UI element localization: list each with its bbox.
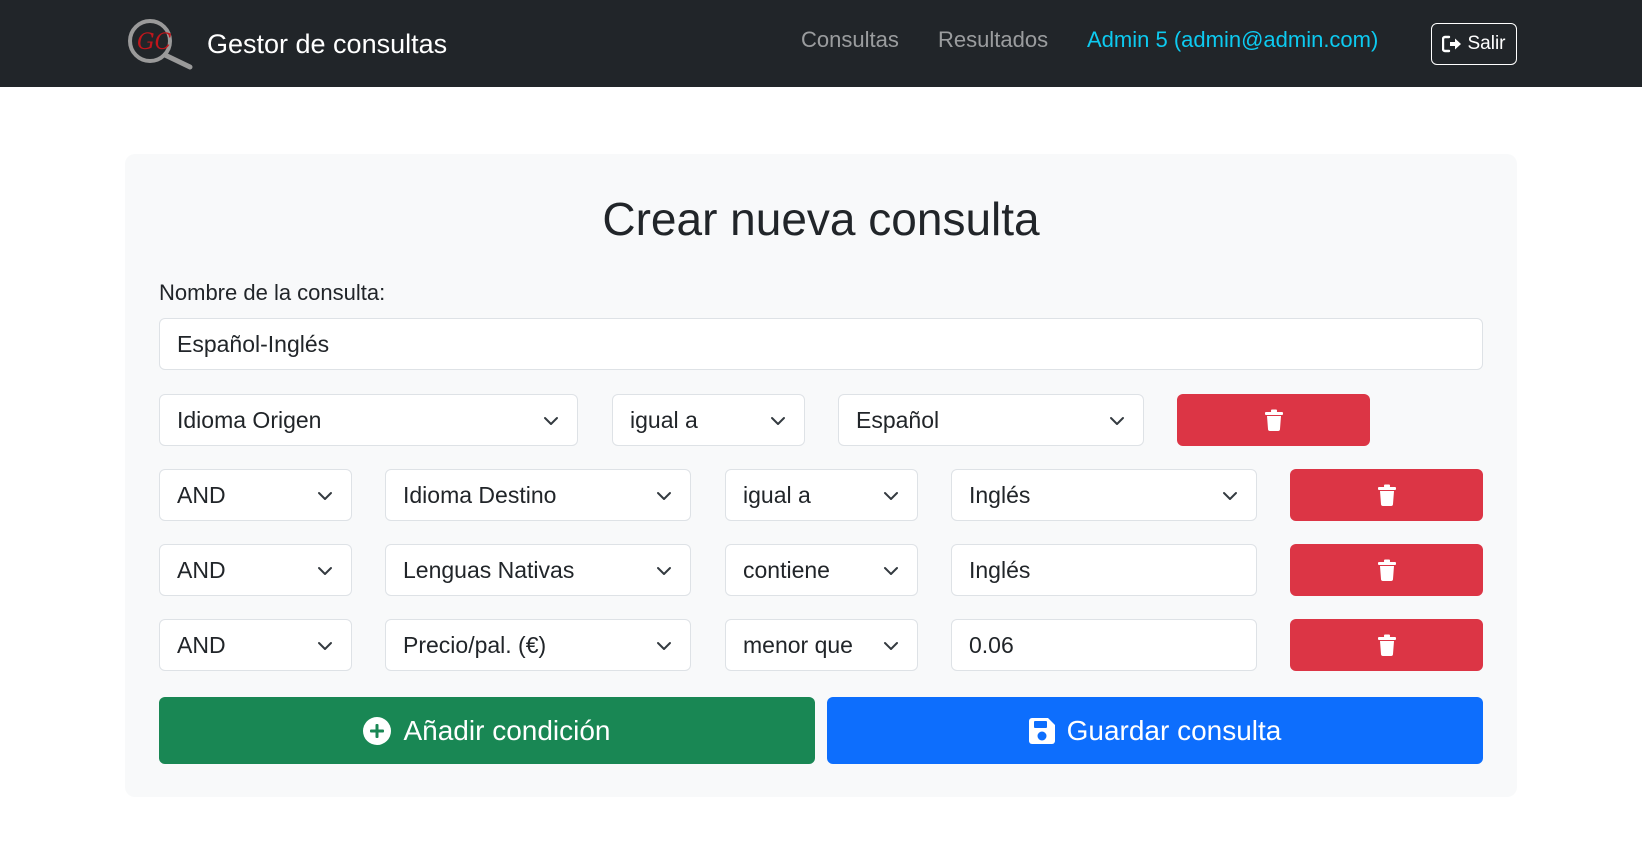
delete-condition-button[interactable]	[1177, 394, 1370, 446]
chevron-down-icon	[1110, 417, 1124, 425]
save-query-label: Guardar consulta	[1066, 714, 1282, 746]
logout-label: Salir	[1467, 33, 1506, 54]
delete-condition-button[interactable]	[1290, 544, 1483, 596]
condition-connector-select[interactable]: AND	[159, 619, 352, 671]
condition-value-input[interactable]: 0.06	[951, 619, 1257, 671]
chevron-down-icon	[657, 492, 671, 500]
nav-link-resultados[interactable]: Resultados	[938, 27, 1048, 53]
chevron-down-icon	[657, 642, 671, 650]
brand-title: Gestor de consultas	[207, 28, 448, 59]
chevron-down-icon	[657, 567, 671, 575]
condition-field-select[interactable]: Idioma Destino	[385, 469, 691, 521]
condition-connector-value: AND	[177, 481, 226, 508]
floppy-disk-icon	[1028, 717, 1055, 744]
delete-condition-button[interactable]	[1290, 469, 1483, 521]
condition-value-input[interactable]: Inglés	[951, 544, 1257, 596]
navbar: GC Gestor de consultas Consultas Resulta…	[0, 0, 1642, 87]
brand[interactable]: GC Gestor de consultas	[125, 17, 447, 71]
chevron-down-icon	[318, 642, 332, 650]
save-query-button[interactable]: Guardar consulta	[827, 697, 1483, 764]
delete-condition-button[interactable]	[1290, 619, 1483, 671]
query-name-label: Nombre de la consulta:	[159, 280, 386, 305]
condition-connector-select[interactable]: AND	[159, 544, 352, 596]
nav-link-consultas[interactable]: Consultas	[801, 27, 899, 53]
plus-circle-icon	[363, 716, 392, 745]
query-form-card: Crear nueva consulta Nombre de la consul…	[125, 154, 1517, 797]
condition-operator-value: igual a	[630, 406, 698, 433]
condition-field-value: Lenguas Nativas	[403, 556, 575, 583]
chevron-down-icon	[318, 492, 332, 500]
condition-field-value: Idioma Destino	[403, 481, 557, 508]
condition-operator-select[interactable]: contiene	[725, 544, 918, 596]
condition-connector-value: AND	[177, 631, 226, 658]
logout-button[interactable]: Salir	[1431, 23, 1517, 65]
condition-value-value: Inglés	[969, 481, 1031, 508]
condition-operator-value: igual a	[743, 481, 811, 508]
chevron-down-icon	[884, 492, 898, 500]
chevron-down-icon	[884, 567, 898, 575]
condition-field-select[interactable]: Idioma Origen	[159, 394, 578, 446]
nav-user-link[interactable]: Admin 5 (admin@admin.com)	[1087, 27, 1378, 53]
condition-connector-select[interactable]: AND	[159, 469, 352, 521]
chevron-down-icon	[884, 642, 898, 650]
chevron-down-icon	[544, 417, 558, 425]
condition-field-select[interactable]: Lenguas Nativas	[385, 544, 691, 596]
add-condition-label: Añadir condición	[403, 714, 611, 746]
query-name-input[interactable]: Español-Inglés	[159, 318, 1483, 370]
condition-connector-value: AND	[177, 556, 226, 583]
condition-operator-value: menor que	[743, 631, 853, 658]
condition-field-value: Precio/pal. (€)	[403, 631, 547, 658]
condition-operator-select[interactable]: igual a	[612, 394, 805, 446]
trash-icon	[1377, 634, 1396, 656]
chevron-down-icon	[318, 567, 332, 575]
chevron-down-icon	[771, 417, 785, 425]
condition-operator-value: contiene	[743, 556, 830, 583]
condition-operator-select[interactable]: igual a	[725, 469, 918, 521]
condition-field-select[interactable]: Precio/pal. (€)	[385, 619, 691, 671]
condition-operator-select[interactable]: menor que	[725, 619, 918, 671]
sign-out-icon	[1442, 35, 1462, 53]
page-title: Crear nueva consulta	[602, 193, 1040, 245]
condition-field-value: Idioma Origen	[177, 406, 322, 433]
condition-value-select[interactable]: Inglés	[951, 469, 1257, 521]
trash-icon	[1377, 484, 1396, 506]
add-condition-button[interactable]: Añadir condición	[159, 697, 815, 764]
condition-value-value: Español	[856, 406, 940, 433]
trash-icon	[1264, 409, 1283, 431]
logo-text: GC	[137, 30, 172, 55]
magnifier-logo-icon: GC	[125, 17, 195, 71]
condition-value-select[interactable]: Español	[838, 394, 1144, 446]
trash-icon	[1377, 559, 1396, 581]
chevron-down-icon	[1223, 492, 1237, 500]
